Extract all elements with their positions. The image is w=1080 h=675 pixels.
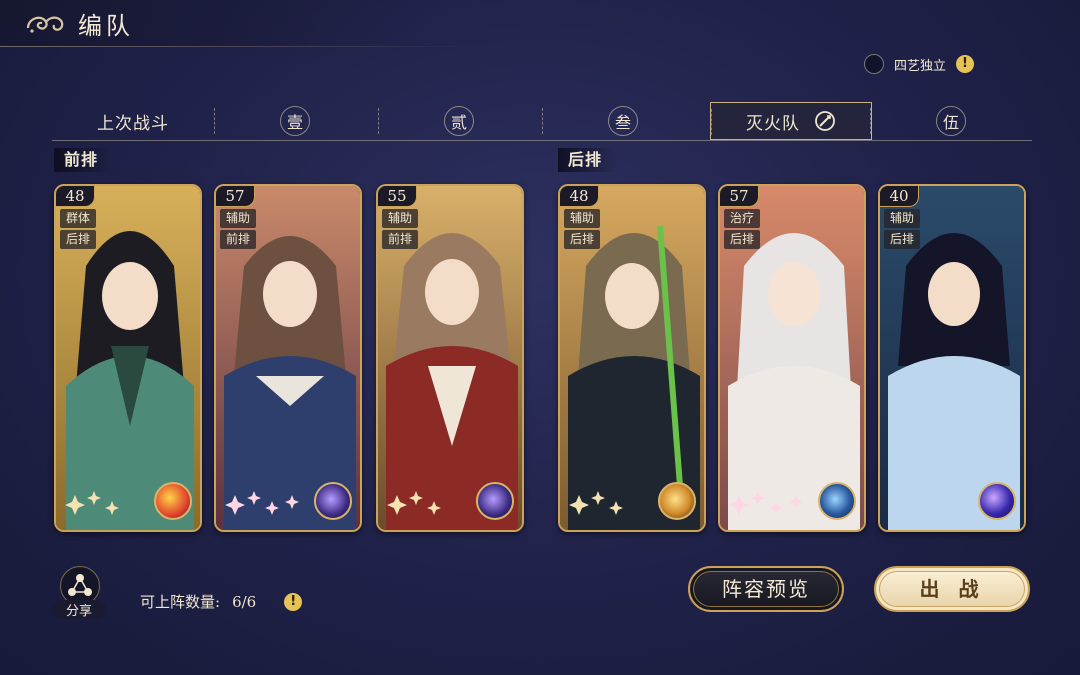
role-tag: 群体	[60, 209, 96, 228]
info-hint-icon[interactable]: !	[284, 592, 303, 611]
tab-team-1[interactable]: 壹	[214, 102, 376, 140]
rename-edit-icon[interactable]	[814, 110, 836, 132]
level-badge: 48	[560, 186, 599, 207]
info-hint-icon[interactable]: !	[956, 55, 975, 73]
tab-badge: 壹	[280, 106, 310, 136]
element-orb-icon	[658, 482, 696, 520]
element-orb-icon	[978, 482, 1016, 520]
element-orb-icon	[818, 482, 856, 520]
tab-team-2[interactable]: 贰	[378, 102, 540, 140]
position-tag: 前排	[220, 230, 256, 249]
tab-badge: 伍	[936, 106, 966, 136]
cloud-logo-icon[interactable]	[24, 10, 66, 36]
character-card-5[interactable]: 57 治疗 后排	[718, 184, 866, 532]
back-row-text: 后排	[568, 150, 603, 169]
star-sparkles-icon	[387, 491, 441, 515]
header-divider	[0, 46, 480, 47]
page-title: 编队	[78, 12, 134, 40]
tab-label: 上次战斗	[97, 113, 169, 134]
tab-badge: 叁	[608, 106, 638, 136]
four-arts-toggle[interactable]: 四艺独立 !	[864, 54, 975, 74]
tab-label: 灭火队	[746, 113, 800, 134]
character-card-3[interactable]: 55 辅助 前排	[376, 184, 524, 532]
character-card-1[interactable]: 48 群体 后排	[54, 184, 202, 532]
deploy-battle-button[interactable]: 出 战	[874, 566, 1030, 612]
toggle-checkbox[interactable]	[864, 54, 884, 74]
position-tag: 后排	[564, 230, 600, 249]
position-tag: 前排	[382, 230, 418, 249]
star-sparkles-icon	[65, 491, 119, 515]
character-card-6[interactable]: 40 辅助 后排	[878, 184, 1026, 532]
element-orb-icon	[476, 482, 514, 520]
lineup-preview-button[interactable]: 阵容预览	[688, 566, 844, 612]
tab-team-4-active[interactable]: 灭火队	[710, 102, 872, 140]
tab-last-battle[interactable]: 上次战斗	[52, 102, 214, 140]
share-label: 分享	[52, 600, 106, 619]
character-card-4[interactable]: 48 辅助 后排	[558, 184, 706, 532]
level-badge: 57	[720, 186, 759, 207]
role-tag: 治疗	[724, 209, 760, 228]
level-badge: 48	[56, 186, 95, 207]
front-row-text: 前排	[64, 150, 99, 169]
capacity-value: 6/6	[232, 592, 257, 611]
character-card-2[interactable]: 57 辅助 前排	[214, 184, 362, 532]
level-badge: 57	[216, 186, 255, 207]
star-sparkles-icon	[729, 491, 803, 515]
element-orb-icon	[154, 482, 192, 520]
star-sparkles-icon	[569, 491, 623, 515]
position-tag: 后排	[884, 230, 920, 249]
role-tag: 辅助	[564, 209, 600, 228]
front-row-label: 前排	[54, 148, 113, 172]
position-tag: 后排	[724, 230, 760, 249]
tab-team-3[interactable]: 叁	[542, 102, 704, 140]
share-button[interactable]: 分享	[52, 566, 106, 622]
level-badge: 55	[378, 186, 417, 207]
team-capacity: 可上阵数量: 6/6 !	[140, 591, 303, 612]
position-tag: 后排	[60, 230, 96, 249]
header-bar: 编队	[0, 0, 460, 46]
star-sparkles-icon	[225, 491, 299, 515]
tab-team-5[interactable]: 伍	[870, 102, 1032, 140]
level-badge: 40	[880, 186, 919, 207]
role-tag: 辅助	[884, 209, 920, 228]
tabs-divider	[52, 140, 1032, 141]
tab-badge: 贰	[444, 106, 474, 136]
role-tag: 辅助	[220, 209, 256, 228]
toggle-label: 四艺独立	[894, 58, 947, 74]
element-orb-icon	[314, 482, 352, 520]
team-tabs: 上次战斗 壹 贰 叁 灭火队 伍	[52, 102, 1032, 140]
role-tag: 辅助	[382, 209, 418, 228]
capacity-label: 可上阵数量:	[140, 593, 221, 611]
back-row-label: 后排	[558, 148, 617, 172]
